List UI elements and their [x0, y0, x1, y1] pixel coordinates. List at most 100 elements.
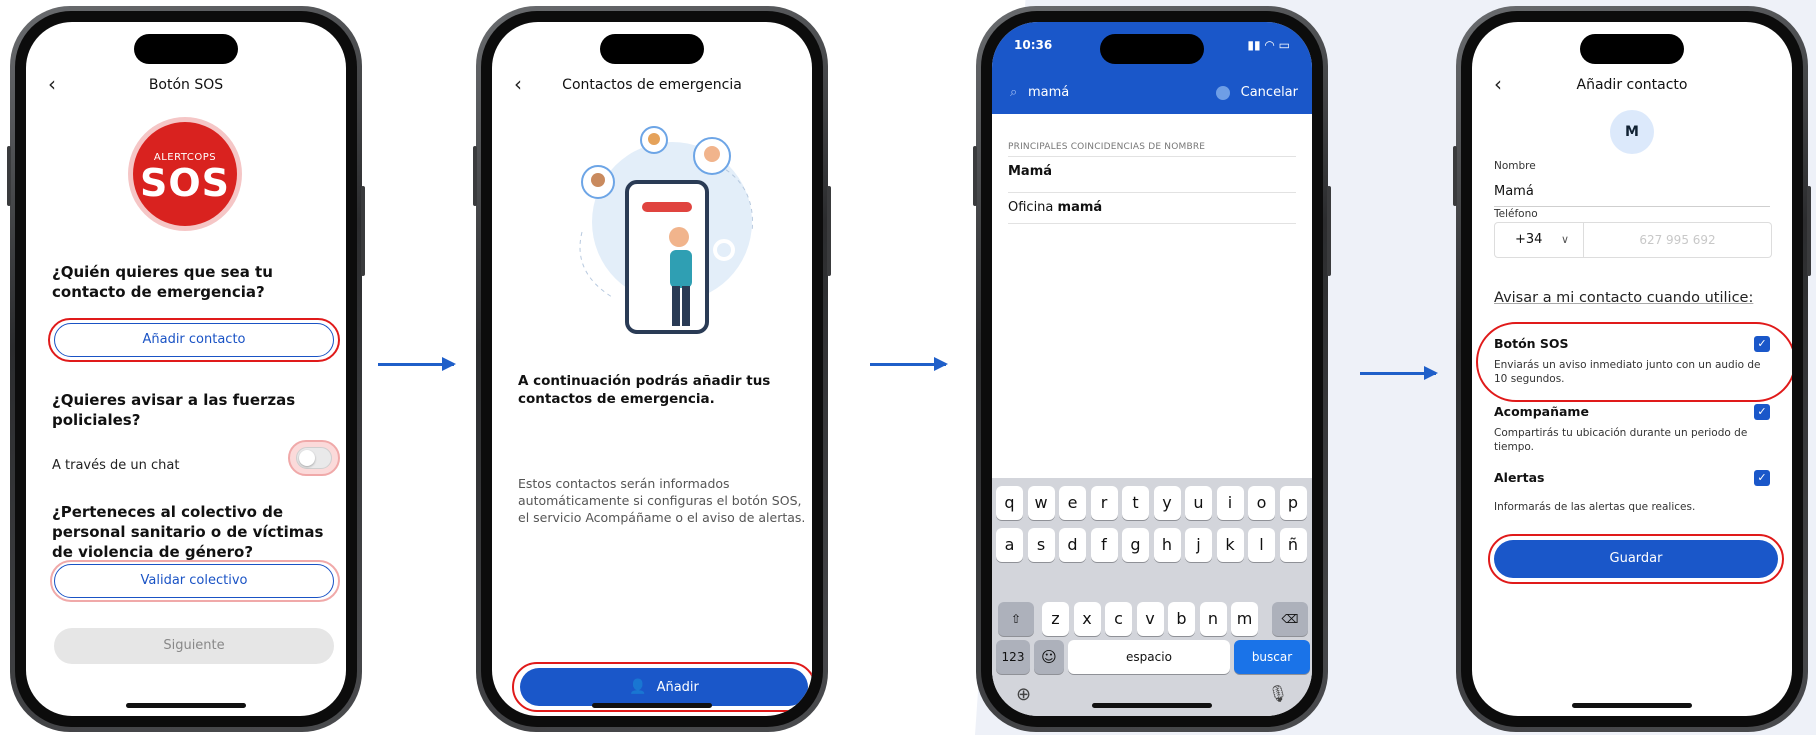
header: ‹ Botón SOS [26, 74, 346, 98]
status-bar: 10:36 ▮▮ ◠ ▭ [1014, 38, 1290, 56]
description-text: Estos contactos serán informados automát… [518, 476, 806, 525]
key-m[interactable]: m [1231, 602, 1258, 636]
cancel-button[interactable]: Cancelar [1241, 80, 1298, 106]
key-v[interactable]: v [1136, 602, 1164, 636]
key-b[interactable]: b [1168, 602, 1195, 636]
keyboard: qwertyuiop asdfghjklñ zxcvbnm ⇧ ⌫ 123 ☺ … [992, 478, 1312, 716]
numbers-key[interactable]: 123 [996, 640, 1030, 674]
microphone-icon[interactable]: 🎙 [1268, 684, 1288, 703]
question-police: ¿Quieres avisar a las fuerzas policiales… [52, 391, 296, 429]
notify-heading: Avisar a mi contacto cuando utilice: [1494, 290, 1754, 306]
key-ñ[interactable]: ñ [1279, 528, 1307, 562]
header: ‹ Añadir contacto [1472, 74, 1792, 98]
phone-number-input[interactable]: 627 995 692 [1584, 222, 1772, 258]
key-n[interactable]: n [1199, 602, 1227, 636]
option-alerts-desc: Informarás de las alertas que realices. [1494, 501, 1696, 513]
flow-arrow-2 [870, 357, 948, 371]
status-time: 10:36 [1014, 38, 1053, 52]
option-sos-title: Botón SOS [1494, 336, 1569, 351]
option-accompany-desc: Compartirás tu ubicación durante un peri… [1494, 427, 1748, 453]
key-c[interactable]: c [1105, 602, 1132, 636]
save-button[interactable]: Guardar [1494, 540, 1778, 578]
key-y[interactable]: y [1153, 486, 1181, 520]
name-underline [1494, 206, 1770, 207]
key-x[interactable]: x [1073, 602, 1101, 636]
key-l[interactable]: l [1248, 528, 1275, 562]
sos-logo: ALERTCOPS SOS [133, 122, 237, 226]
key-q[interactable]: q [996, 486, 1023, 520]
results-section-title: PRINCIPALES COINCIDENCIAS DE NOMBRE [1008, 142, 1206, 152]
page-title: Añadir contacto [1576, 77, 1688, 93]
back-icon[interactable]: ‹ [48, 74, 56, 94]
key-h[interactable]: h [1153, 528, 1181, 562]
search-icon: ⌕ [1010, 85, 1018, 100]
intro-text: A continuación podrás añadir tus contact… [518, 373, 771, 407]
search-key[interactable]: buscar [1234, 640, 1310, 674]
question-contact: ¿Quién quieres que sea tu contacto de em… [52, 263, 273, 301]
key-o[interactable]: o [1248, 486, 1275, 520]
key-a[interactable]: a [996, 528, 1023, 562]
key-p[interactable]: p [1279, 486, 1307, 520]
next-button[interactable]: Siguiente [54, 628, 334, 664]
name-label: Nombre [1494, 160, 1536, 172]
country-code-select[interactable]: +34 ∨ [1494, 222, 1584, 258]
home-indicator [1572, 703, 1692, 708]
chat-toggle[interactable] [296, 447, 332, 469]
flow-arrow-3 [1360, 366, 1438, 380]
search-query: mamá [1028, 85, 1070, 100]
question-collective: ¿Perteneces al colectivo de personal san… [52, 503, 324, 561]
option-accompany-checkbox[interactable]: ✓ [1754, 404, 1770, 420]
key-f[interactable]: f [1090, 528, 1118, 562]
key-k[interactable]: k [1216, 528, 1244, 562]
validate-collective-button[interactable]: Validar colectivo [54, 564, 334, 598]
key-d[interactable]: d [1059, 528, 1086, 562]
header: ‹ Contactos de emergencia [492, 74, 812, 98]
page-title: Botón SOS [148, 77, 224, 93]
backspace-key[interactable]: ⌫ [1272, 602, 1308, 636]
add-contact-button[interactable]: Añadir contacto [54, 323, 334, 357]
clear-icon[interactable] [1216, 86, 1230, 100]
space-key[interactable]: espacio [1068, 640, 1230, 674]
key-i[interactable]: i [1216, 486, 1244, 520]
key-t[interactable]: t [1122, 486, 1149, 520]
key-e[interactable]: e [1059, 486, 1086, 520]
dynamic-island [134, 34, 238, 64]
key-z[interactable]: z [1042, 602, 1069, 636]
result-row[interactable]: Mamá [1008, 156, 1296, 188]
add-button-label: Añadir [656, 680, 699, 695]
chevron-down-icon: ∨ [1560, 233, 1569, 246]
key-g[interactable]: g [1122, 528, 1149, 562]
home-indicator [1092, 703, 1212, 708]
option-accompany-title: Acompañame [1494, 404, 1589, 419]
back-icon[interactable]: ‹ [514, 74, 522, 94]
result-match: mamá [1057, 200, 1103, 215]
chat-label: A través de un chat [52, 458, 180, 473]
dynamic-island [1580, 34, 1684, 64]
shift-key[interactable]: ⇧ [998, 602, 1034, 636]
key-u[interactable]: u [1185, 486, 1212, 520]
result-row[interactable]: Oficina mamá [1008, 192, 1296, 224]
result-match: Mamá [1008, 164, 1053, 179]
option-sos-checkbox[interactable]: ✓ [1754, 336, 1770, 352]
key-j[interactable]: j [1185, 528, 1212, 562]
phone-sos-button: ‹ Botón SOS ALERTCOPS SOS ¿Quién quieres… [7, 6, 365, 732]
key-w[interactable]: w [1027, 486, 1055, 520]
search-input[interactable]: ⌕ mamá [1008, 80, 1238, 106]
add-user-icon: 👤 [629, 679, 647, 695]
emoji-icon[interactable]: ☺ [1034, 640, 1064, 674]
avatar: M [1610, 110, 1654, 154]
search-results: PRINCIPALES COINCIDENCIAS DE NOMBRE Mamá… [992, 114, 1312, 514]
result-prefix: Oficina [1008, 200, 1058, 215]
phone-label: Teléfono [1494, 208, 1538, 220]
back-icon[interactable]: ‹ [1494, 74, 1502, 94]
key-r[interactable]: r [1090, 486, 1118, 520]
globe-icon[interactable]: ⊕ [1016, 684, 1031, 705]
name-field[interactable]: Mamá [1494, 184, 1534, 199]
option-alerts-checkbox[interactable]: ✓ [1754, 470, 1770, 486]
key-s[interactable]: s [1027, 528, 1055, 562]
phone-contact-search: 10:36 ▮▮ ◠ ▭ ⌕ mamá Cancelar PRINCIPALES… [973, 6, 1331, 732]
flow-arrow-1 [378, 357, 456, 371]
add-button[interactable]: 👤 Añadir [520, 668, 808, 706]
phone-emergency-contacts: ‹ Contactos de emergencia A continuación… [473, 6, 831, 732]
phone-add-contact: ‹ Añadir contacto M Nombre Mamá Teléfono… [1453, 6, 1811, 732]
